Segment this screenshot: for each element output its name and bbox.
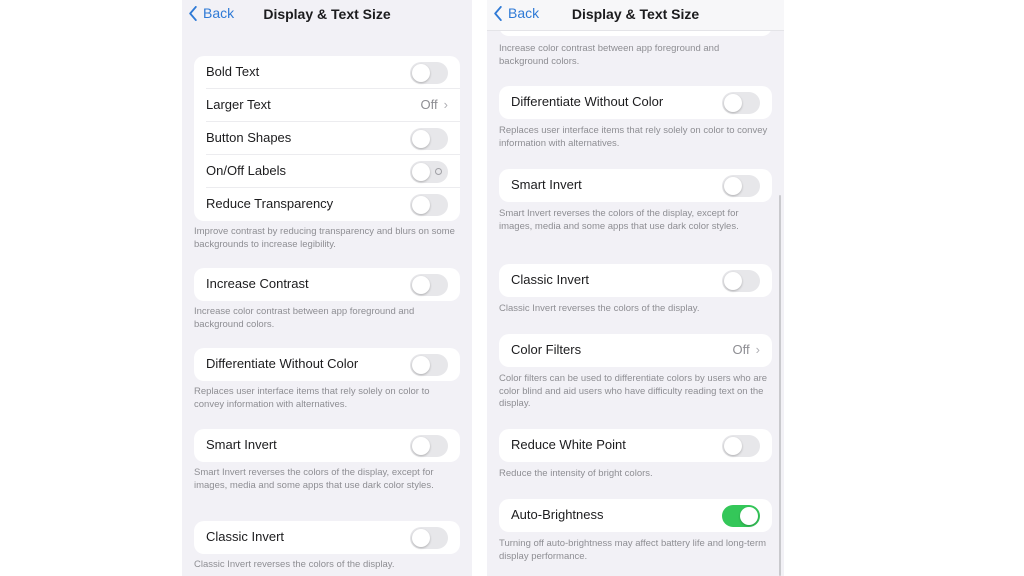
page-title: Display & Text Size <box>263 6 391 22</box>
settings-group-color-filters: Color Filters Off › <box>499 334 772 367</box>
group-footer: Classic Invert reverses the colors of th… <box>194 559 395 570</box>
row-label: Auto-Brightness <box>511 507 604 522</box>
group-footer: Classic Invert reverses the colors of th… <box>499 303 700 314</box>
chevron-right-icon: › <box>443 97 448 112</box>
settings-group-differentiate: Differentiate Without Color <box>499 86 772 119</box>
row-label: Smart Invert <box>511 177 582 192</box>
settings-screen-right: Back Display & Text Size Increase color … <box>487 0 784 576</box>
off-indicator-icon <box>435 168 442 175</box>
bold-text-toggle[interactable] <box>410 62 448 84</box>
row-differentiate-without-color[interactable]: Differentiate Without Color <box>499 86 772 119</box>
row-label: Reduce Transparency <box>206 196 334 211</box>
row-increase-contrast[interactable]: Increase Contrast <box>194 268 460 301</box>
differentiate-without-color-toggle[interactable] <box>722 92 760 114</box>
row-larger-text[interactable]: Larger Text Off › <box>194 89 460 122</box>
settings-group-auto-brightness: Auto-Brightness <box>499 499 772 532</box>
row-button-shapes[interactable]: Button Shapes <box>194 122 460 155</box>
navigation-bar: Back Display & Text Size <box>487 0 784 31</box>
settings-screen-left: Back Display & Text Size Bold Text Large… <box>182 0 472 576</box>
button-shapes-toggle[interactable] <box>410 128 448 150</box>
group-footer: Increase color contrast between app fore… <box>194 306 415 330</box>
settings-group-text: Bold Text Larger Text Off › Button Shapes… <box>194 56 460 221</box>
larger-text-value[interactable]: Off › <box>421 97 448 112</box>
row-label: Button Shapes <box>206 130 292 145</box>
reduce-transparency-toggle[interactable] <box>410 194 448 216</box>
navigation-bar: Back Display & Text Size <box>182 0 472 30</box>
row-label: Increase Contrast <box>206 276 309 291</box>
settings-group-smart-invert: Smart Invert <box>499 169 772 202</box>
row-classic-invert[interactable]: Classic Invert <box>499 264 772 297</box>
row-color-filters[interactable]: Color Filters Off › <box>499 334 772 367</box>
group-footer: Smart Invert reverses the colors of the … <box>194 467 434 491</box>
row-label: Reduce White Point <box>511 437 626 452</box>
row-label: On/Off Labels <box>206 163 286 178</box>
row-label: Larger Text <box>206 97 271 112</box>
row-classic-invert[interactable]: Classic Invert <box>194 521 460 554</box>
group-footer: Increase color contrast between app fore… <box>499 43 720 67</box>
row-reduce-white-point[interactable]: Reduce White Point <box>499 429 772 462</box>
settings-group-smart-invert: Smart Invert <box>194 429 460 462</box>
group-footer: Replaces user interface items that rely … <box>499 125 768 149</box>
scrollbar[interactable] <box>779 195 781 576</box>
settings-group-classic-invert: Classic Invert <box>194 521 460 554</box>
classic-invert-toggle[interactable] <box>410 527 448 549</box>
on-off-labels-toggle[interactable] <box>410 161 448 183</box>
row-label: Classic Invert <box>511 272 590 287</box>
row-label: Differentiate Without Color <box>206 356 359 371</box>
row-reduce-transparency[interactable]: Reduce Transparency <box>194 188 460 221</box>
row-label: Smart Invert <box>206 437 277 452</box>
smart-invert-toggle[interactable] <box>722 175 760 197</box>
group-footer: Smart Invert reverses the colors of the … <box>499 208 739 232</box>
settings-group-white-point: Reduce White Point <box>499 429 772 462</box>
row-label: Bold Text <box>206 64 260 79</box>
row-label: Color Filters <box>511 342 582 357</box>
row-label: Classic Invert <box>206 529 285 544</box>
row-auto-brightness[interactable]: Auto-Brightness <box>499 499 772 532</box>
auto-brightness-toggle[interactable] <box>722 505 760 527</box>
row-smart-invert[interactable]: Smart Invert <box>499 169 772 202</box>
smart-invert-toggle[interactable] <box>410 435 448 457</box>
group-footer: Color filters can be used to differentia… <box>499 373 768 409</box>
group-footer: Replaces user interface items that rely … <box>194 386 430 410</box>
row-differentiate-without-color[interactable]: Differentiate Without Color <box>194 348 460 381</box>
differentiate-without-color-toggle[interactable] <box>410 354 448 376</box>
settings-group-differentiate: Differentiate Without Color <box>194 348 460 381</box>
group-footer: Improve contrast by reducing transparenc… <box>194 226 455 250</box>
row-label: Differentiate Without Color <box>511 94 664 109</box>
row-smart-invert[interactable]: Smart Invert <box>194 429 460 462</box>
row-on-off-labels[interactable]: On/Off Labels <box>194 155 460 188</box>
color-filters-value[interactable]: Off › <box>733 342 760 357</box>
classic-invert-toggle[interactable] <box>722 270 760 292</box>
page-title: Display & Text Size <box>571 6 700 22</box>
reduce-white-point-toggle[interactable] <box>722 435 760 457</box>
increase-contrast-toggle[interactable] <box>410 274 448 296</box>
group-footer: Reduce the intensity of bright colors. <box>499 468 653 479</box>
chevron-right-icon: › <box>755 342 760 357</box>
group-footer: Turning off auto-brightness may affect b… <box>499 538 767 562</box>
settings-group-classic-invert: Classic Invert <box>499 264 772 297</box>
row-bold-text[interactable]: Bold Text <box>194 56 460 89</box>
settings-group-contrast: Increase Contrast <box>194 268 460 301</box>
